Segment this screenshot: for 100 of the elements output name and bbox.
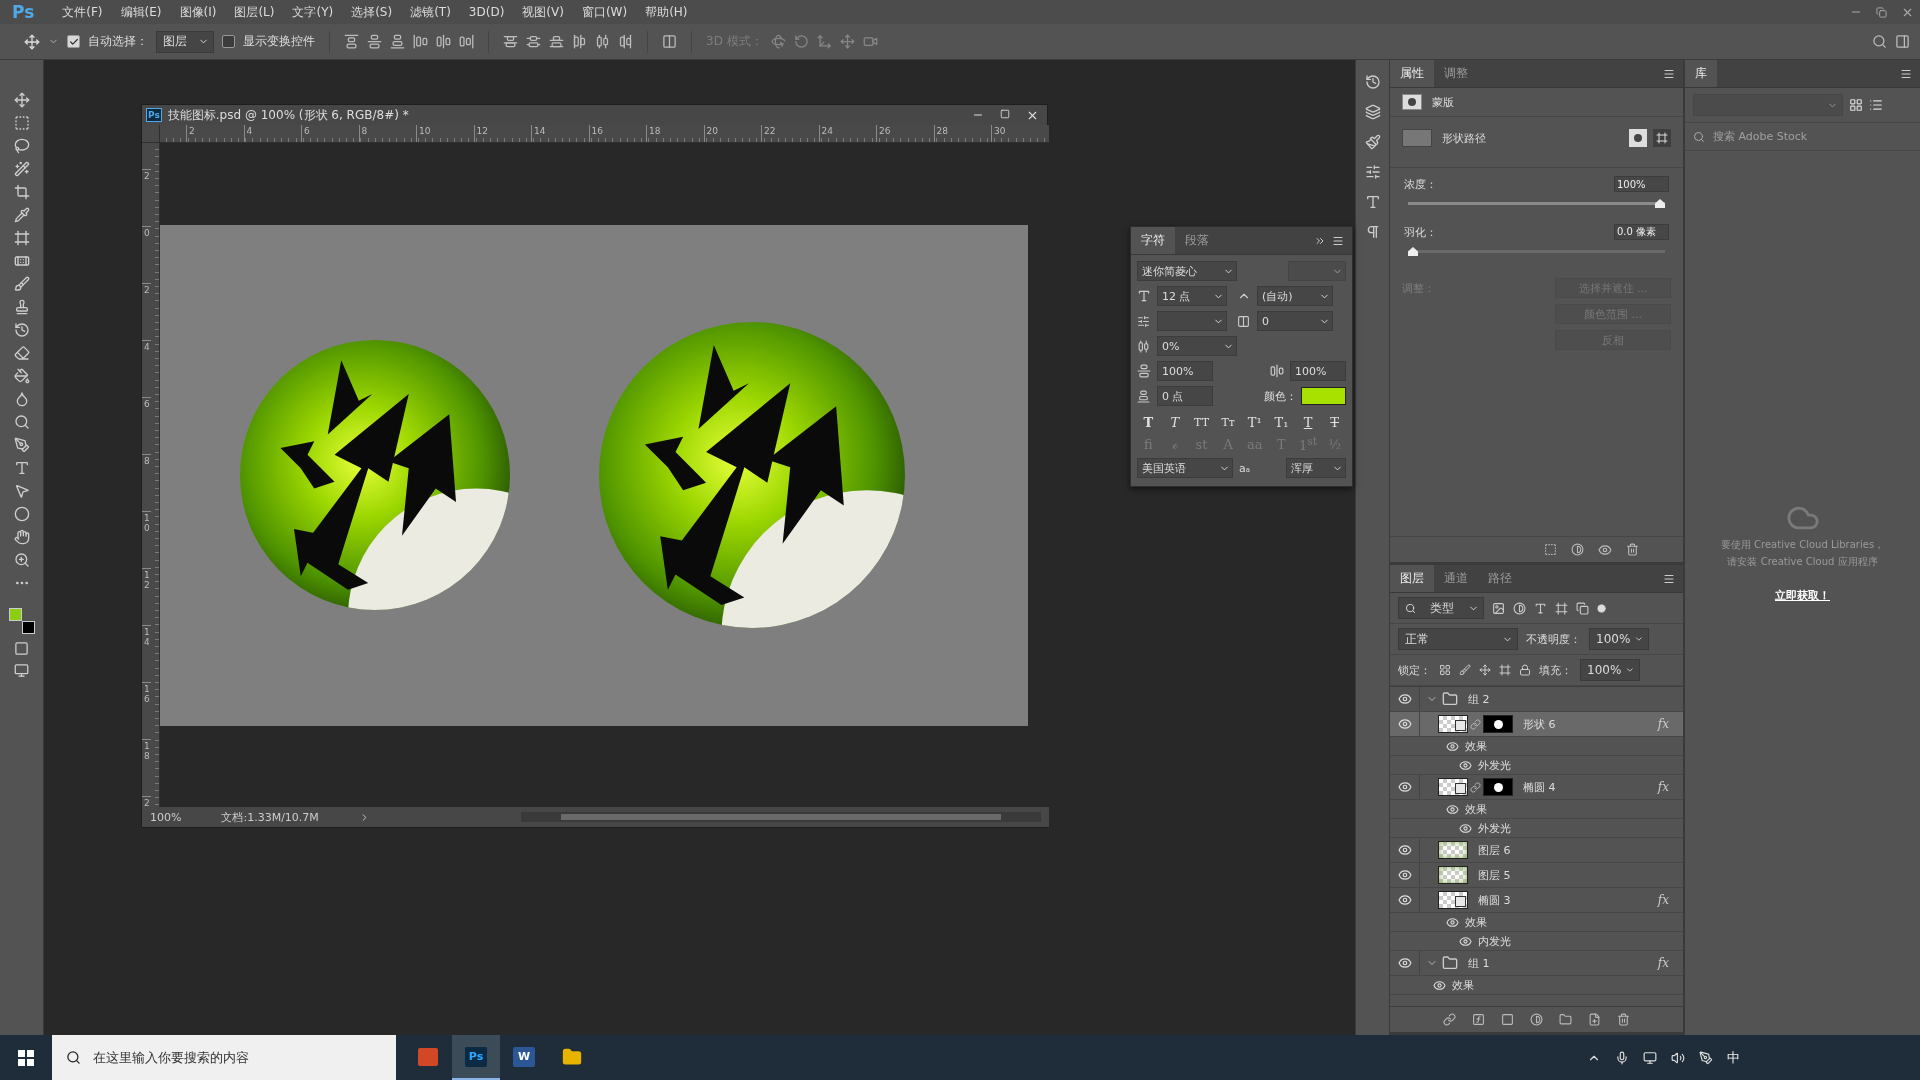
eye-icon[interactable] — [1397, 893, 1412, 907]
move-icon[interactable] — [13, 92, 30, 108]
panel-tab[interactable]: 调整 — [1434, 60, 1478, 87]
horizontal-scrollbar[interactable] — [520, 812, 1041, 822]
trash-icon[interactable] — [1626, 543, 1639, 556]
menu-item[interactable]: 图层(L) — [226, 1, 283, 23]
screen-mode-icon[interactable] — [14, 663, 29, 678]
eye-icon[interactable] — [1459, 758, 1472, 772]
network-icon[interactable] — [1643, 1050, 1657, 1065]
layer-row[interactable]: 椭圆 3 fx — [1390, 888, 1683, 913]
leading-field[interactable]: (自动) — [1257, 286, 1333, 306]
brush-icon[interactable] — [1364, 134, 1381, 150]
layer-row[interactable]: 图层 5 — [1390, 863, 1683, 888]
distribute-left-icon[interactable] — [572, 34, 587, 49]
eraser-icon[interactable] — [13, 345, 30, 361]
menu-icon[interactable] — [1663, 67, 1675, 80]
panel-tab[interactable]: 库 — [1685, 60, 1717, 87]
eye-icon[interactable] — [1397, 868, 1412, 882]
menu-icon[interactable] — [1663, 572, 1675, 585]
pen-icon[interactable] — [13, 437, 30, 453]
horizontal-scale-field[interactable]: 100% — [1290, 361, 1346, 381]
vertical-scale-field[interactable]: 100% — [1157, 361, 1213, 381]
eye-icon[interactable] — [1397, 780, 1412, 794]
menu-item[interactable]: 文件(F) — [54, 1, 111, 23]
trash-icon[interactable] — [1617, 1013, 1630, 1026]
eye-icon[interactable] — [1459, 934, 1472, 948]
eye-icon[interactable] — [1598, 542, 1612, 557]
sliders-icon[interactable] — [1364, 164, 1381, 180]
layer-row[interactable]: 组 1 fx — [1390, 951, 1683, 976]
distribute-middle-icon[interactable] — [526, 34, 541, 49]
tracking-field[interactable]: 0 — [1257, 311, 1333, 331]
restore-icon[interactable] — [1876, 6, 1887, 18]
fill-field[interactable]: 100% — [1580, 659, 1640, 681]
quick-mask-icon[interactable] — [14, 641, 29, 656]
panel-tab[interactable]: 属性 — [1390, 60, 1434, 87]
pen-icon[interactable] — [1699, 1050, 1713, 1065]
type-icon[interactable] — [13, 460, 30, 476]
auto-align-icon[interactable] — [662, 34, 677, 49]
distribute-center-icon[interactable] — [595, 34, 610, 49]
distribute-right-icon[interactable] — [618, 34, 633, 49]
align-right-icon[interactable] — [459, 34, 474, 49]
volume-icon[interactable] — [1671, 1050, 1685, 1065]
menu-item[interactable]: 图像(I) — [171, 1, 225, 23]
foreground-swatch[interactable] — [8, 608, 22, 621]
eye-icon[interactable] — [1446, 802, 1459, 816]
eye-icon[interactable] — [1446, 915, 1459, 929]
panel-tab[interactable]: 段落 — [1175, 227, 1219, 254]
panel-tab[interactable]: 字符 — [1131, 227, 1175, 254]
get-now-link[interactable]: 立即获取！ — [1775, 588, 1830, 603]
microphone-icon[interactable] — [1615, 1050, 1629, 1065]
lock-transparency-icon[interactable] — [1439, 664, 1451, 676]
panel-tab[interactable]: 通道 — [1434, 565, 1478, 592]
add-mask-icon[interactable] — [1501, 1013, 1514, 1026]
selection-icon[interactable] — [1544, 543, 1557, 556]
menu-item[interactable]: 3D(D) — [460, 3, 513, 21]
slider-thumb[interactable] — [1655, 199, 1665, 208]
layer-row[interactable]: 图层 6 — [1390, 838, 1683, 863]
eye-icon[interactable] — [1397, 843, 1412, 857]
background-swatch[interactable] — [21, 621, 35, 634]
eye-icon[interactable] — [1397, 692, 1412, 706]
distribute-bottom-icon[interactable] — [549, 34, 564, 49]
history-brush-icon[interactable] — [13, 322, 30, 338]
grid-view-icon[interactable] — [1849, 98, 1863, 112]
value-field[interactable]: 0.0 像素 — [1614, 224, 1669, 240]
target-dropdown[interactable]: 图层 — [156, 30, 214, 53]
text-style-button[interactable]: T — [1164, 415, 1185, 430]
antialias-dropdown[interactable]: 浑厚 — [1286, 458, 1346, 479]
apply-mask-icon[interactable] — [1571, 543, 1584, 556]
taskbar-search-field[interactable]: 在这里输入你要搜索的内容 — [91, 1049, 396, 1066]
menu-item[interactable]: 视图(V) — [514, 1, 572, 23]
ellipse-icon[interactable] — [13, 506, 30, 522]
frame-icon[interactable] — [13, 230, 30, 246]
menu-item[interactable]: 文字(Y) — [284, 1, 342, 23]
eye-icon[interactable] — [1397, 956, 1412, 970]
text-style-button[interactable]: T₁ — [1271, 415, 1292, 430]
hand-icon[interactable] — [13, 529, 30, 545]
shape-filter-icon[interactable] — [1555, 601, 1568, 615]
pixel-mask-button[interactable] — [1629, 129, 1647, 147]
type-filter-icon[interactable] — [1534, 601, 1547, 615]
fx-icon[interactable] — [1472, 1013, 1485, 1026]
brush-icon[interactable] — [13, 276, 30, 292]
input-method-indicator[interactable]: 中 — [1727, 1048, 1740, 1067]
eye-icon[interactable] — [1459, 821, 1472, 835]
language-dropdown[interactable]: 美国英语 — [1137, 458, 1233, 479]
panel-tab[interactable]: 路径 — [1478, 565, 1522, 592]
link-icon[interactable] — [1443, 1013, 1456, 1026]
align-top-icon[interactable] — [344, 34, 359, 49]
opacity-field[interactable]: 100% — [1589, 628, 1649, 650]
baseline-shift-field[interactable]: 0 点 — [1157, 386, 1213, 406]
vector-mask-button[interactable] — [1653, 129, 1671, 147]
blend-mode-dropdown[interactable]: 正常 — [1398, 628, 1518, 650]
panel-tab[interactable]: 图层 — [1390, 565, 1434, 592]
eyedropper-icon[interactable] — [13, 207, 30, 223]
align-left-icon[interactable] — [413, 34, 428, 49]
filter-dropdown[interactable]: 类型 — [1398, 597, 1484, 619]
value-field[interactable]: 100% — [1614, 176, 1669, 192]
menu-icon[interactable] — [1332, 234, 1344, 247]
align-center-icon[interactable] — [436, 34, 451, 49]
text-style-button[interactable]: Tт — [1218, 416, 1239, 429]
menu-item[interactable]: 窗口(W) — [573, 1, 636, 23]
